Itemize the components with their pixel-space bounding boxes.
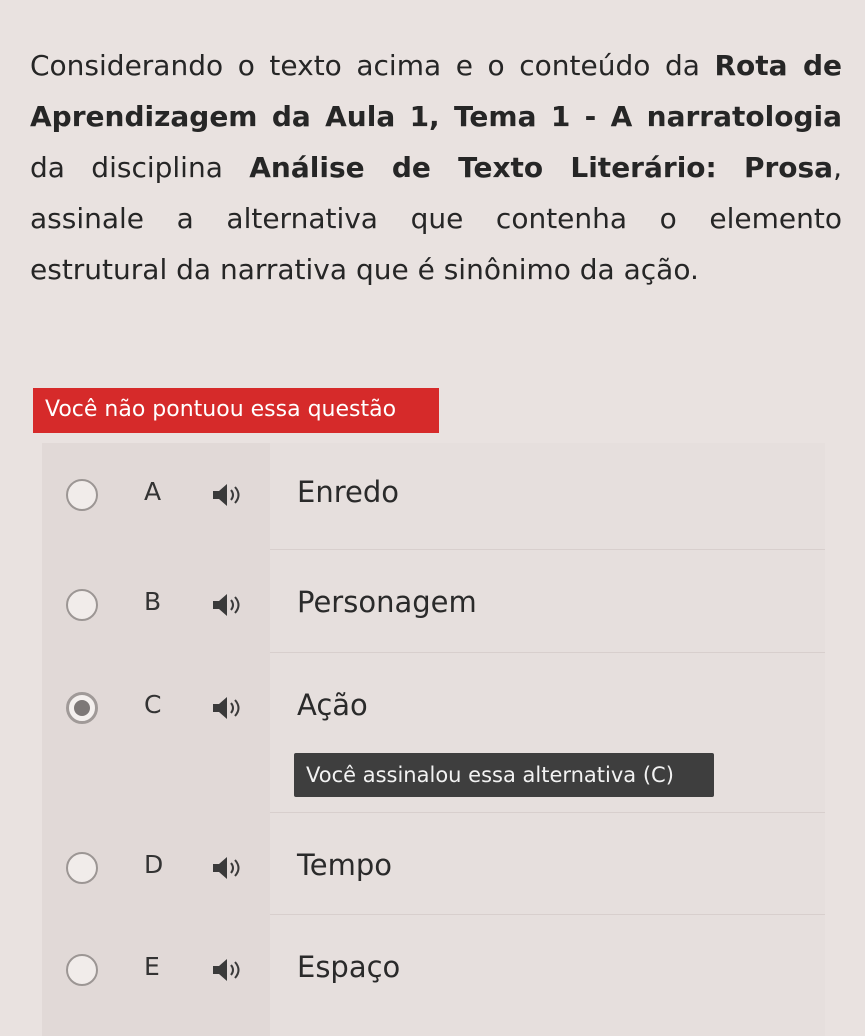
option-b-radio[interactable] <box>66 589 98 621</box>
question-part-2: da disciplina <box>30 151 250 184</box>
divider <box>270 652 825 653</box>
option-d-radio[interactable] <box>66 852 98 884</box>
option-b[interactable]: B Personagem <box>42 549 825 635</box>
speaker-icon[interactable] <box>210 854 246 882</box>
speaker-icon[interactable] <box>210 956 246 984</box>
option-d[interactable]: D Tempo <box>42 812 825 898</box>
option-e-text: Espaço <box>297 950 401 984</box>
option-e[interactable]: E Espaço <box>42 914 825 1000</box>
option-a[interactable]: A Enredo <box>42 465 825 525</box>
answer-options: A Enredo B Personagem C Ação D Tempo E E… <box>42 443 825 1036</box>
option-c-letter: C <box>144 690 162 719</box>
question-part-1: Considerando o texto acima e o conteúdo … <box>30 49 715 82</box>
option-a-text: Enredo <box>297 475 399 509</box>
speaker-icon[interactable] <box>210 481 246 509</box>
divider <box>270 549 825 550</box>
score-status-banner: Você não pontuou essa questão <box>33 388 439 433</box>
selected-answer-note: Você assinalou essa alternativa (C) <box>294 753 714 797</box>
option-c-text: Ação <box>297 688 368 722</box>
option-d-letter: D <box>144 850 164 879</box>
option-b-text: Personagem <box>297 585 477 619</box>
divider <box>270 812 825 813</box>
option-e-letter: E <box>144 952 160 981</box>
option-a-letter: A <box>144 477 162 506</box>
option-a-radio[interactable] <box>66 479 98 511</box>
question-text: Considerando o texto acima e o conteúdo … <box>30 40 842 295</box>
divider <box>270 914 825 915</box>
option-d-text: Tempo <box>297 848 393 882</box>
speaker-icon[interactable] <box>210 694 246 722</box>
speaker-icon[interactable] <box>210 591 246 619</box>
option-e-radio[interactable] <box>66 954 98 986</box>
option-b-letter: B <box>144 587 162 616</box>
option-c[interactable]: C Ação <box>42 652 825 738</box>
question-bold-2: Análise de Texto Literário: Prosa <box>249 151 834 184</box>
option-c-radio[interactable] <box>66 692 98 724</box>
